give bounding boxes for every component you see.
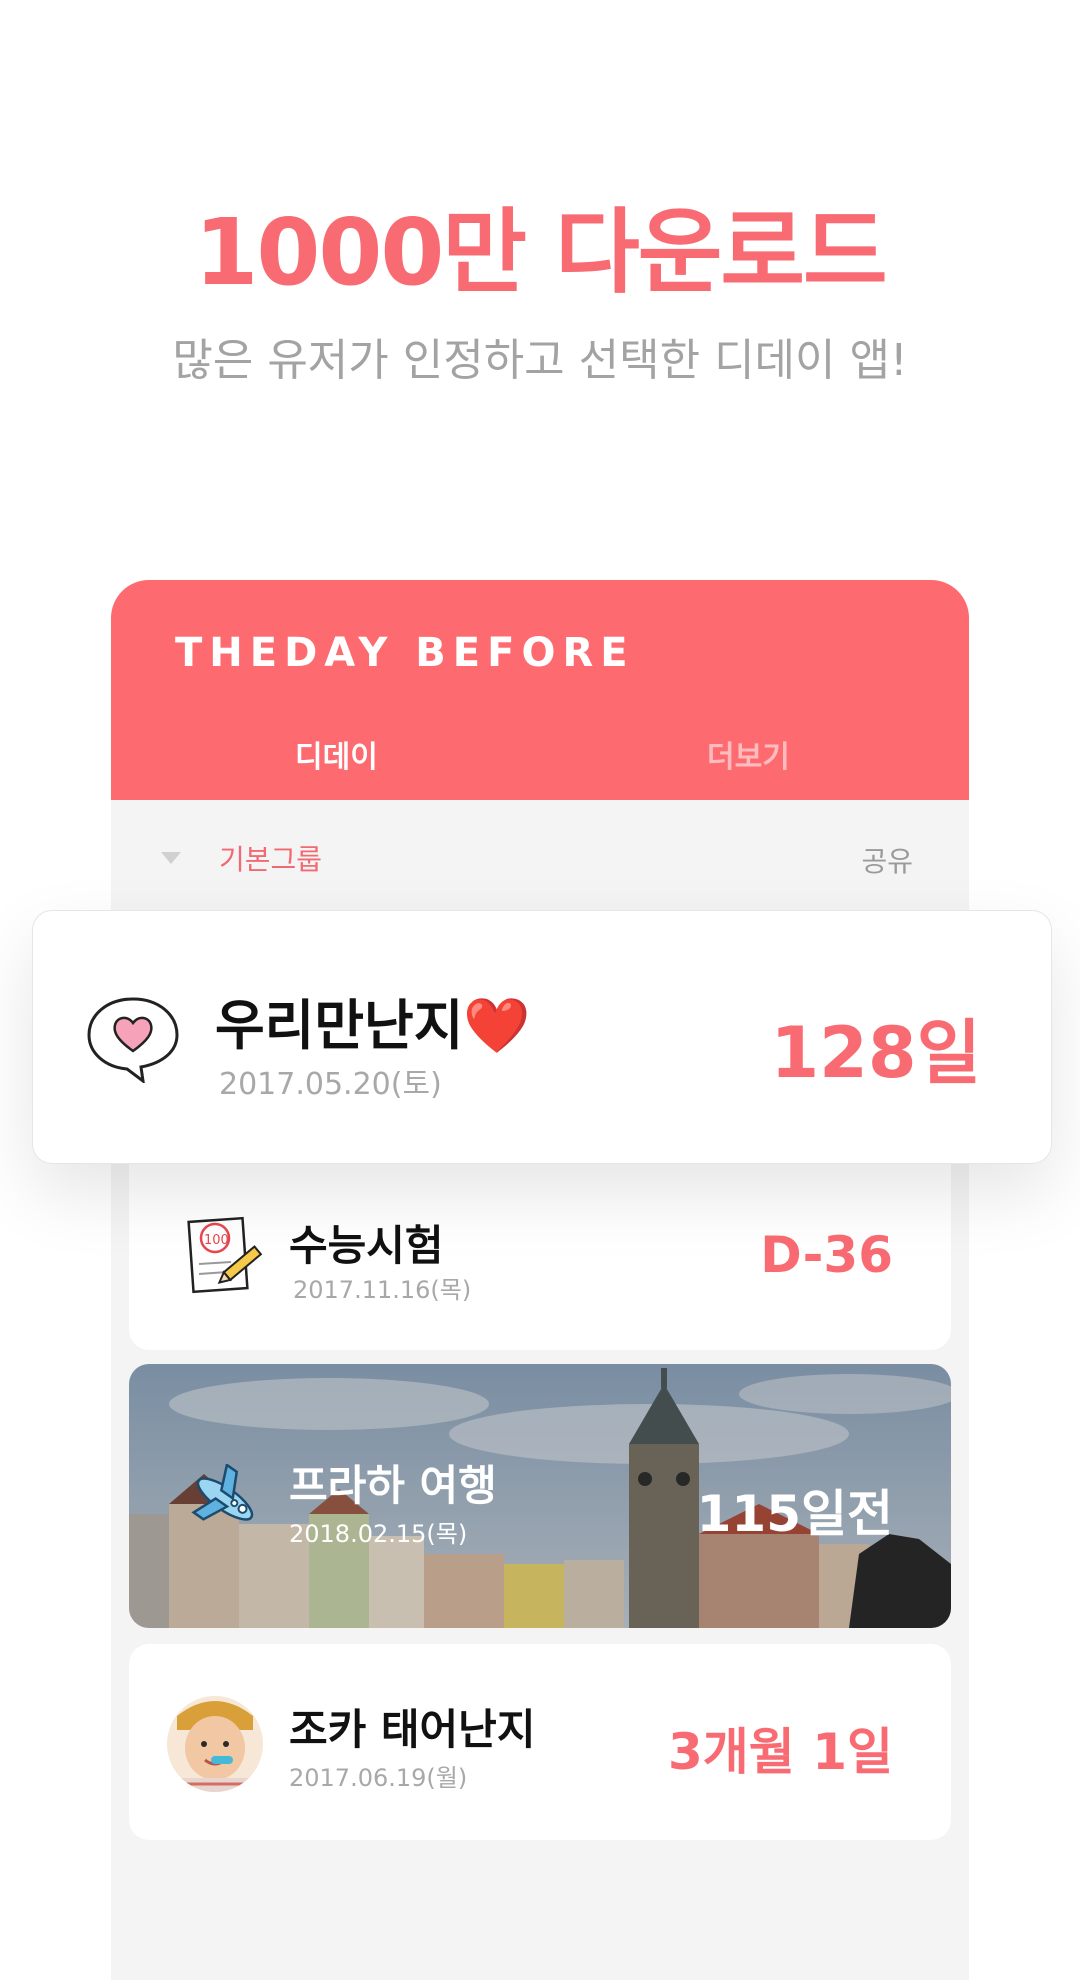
item-date: 2018.02.15(목) [289, 1520, 468, 1548]
tab-dday[interactable]: 디데이 [295, 732, 378, 776]
item-count: 128일 [770, 1012, 981, 1094]
item-date: 2017.06.19(월) [289, 1764, 468, 1792]
airplane-icon [191, 1464, 254, 1521]
item-title: 조카 태어난지 [289, 1705, 536, 1754]
promo-subline: 많은 유저가 인정하고 선택한 디데이 앱! [172, 335, 908, 386]
exam-paper-icon: 100 [187, 1216, 263, 1294]
item-date: 2017.11.16(목) [293, 1276, 472, 1304]
share-button[interactable]: 공유 [861, 840, 913, 880]
item-title: 우리만난지❤️ [215, 994, 531, 1057]
item-date: 2017.05.20(토) [219, 1067, 442, 1102]
promo-headline: 1000만 다운로드 [194, 199, 887, 306]
app-logo: THEDAY BEFORE [175, 630, 635, 676]
tab-more[interactable]: 더보기 [707, 732, 790, 776]
dday-card-featured[interactable]: 우리만난지❤️ 2017.05.20(토) 128일 [32, 910, 1052, 1164]
group-header[interactable]: 기본그룹 공유 [111, 800, 969, 910]
item-count: 115일전 [696, 1485, 893, 1543]
dday-card-exam[interactable]: 100 수능시험 2017.11.16(목) D-36 [129, 1150, 951, 1350]
item-count: 3개월 1일 [668, 1723, 893, 1781]
chevron-down-icon[interactable] [161, 852, 181, 864]
app-header: THEDAY BEFORE 디데이 더보기 [111, 580, 969, 800]
baby-avatar [167, 1696, 263, 1792]
svg-text:100: 100 [204, 1233, 229, 1248]
item-count: D-36 [760, 1226, 893, 1284]
item-title: 프라하 여행 [289, 1461, 497, 1510]
dday-card-trip[interactable]: 프라하 여행 2018.02.15(목) 115일전 [129, 1364, 951, 1628]
dday-card-baby[interactable]: 조카 태어난지 2017.06.19(월) 3개월 1일 [129, 1644, 951, 1840]
item-title: 수능시험 [289, 1221, 444, 1270]
group-label: 기본그룹 [219, 843, 323, 876]
heart-bubble-icon [87, 997, 179, 1083]
